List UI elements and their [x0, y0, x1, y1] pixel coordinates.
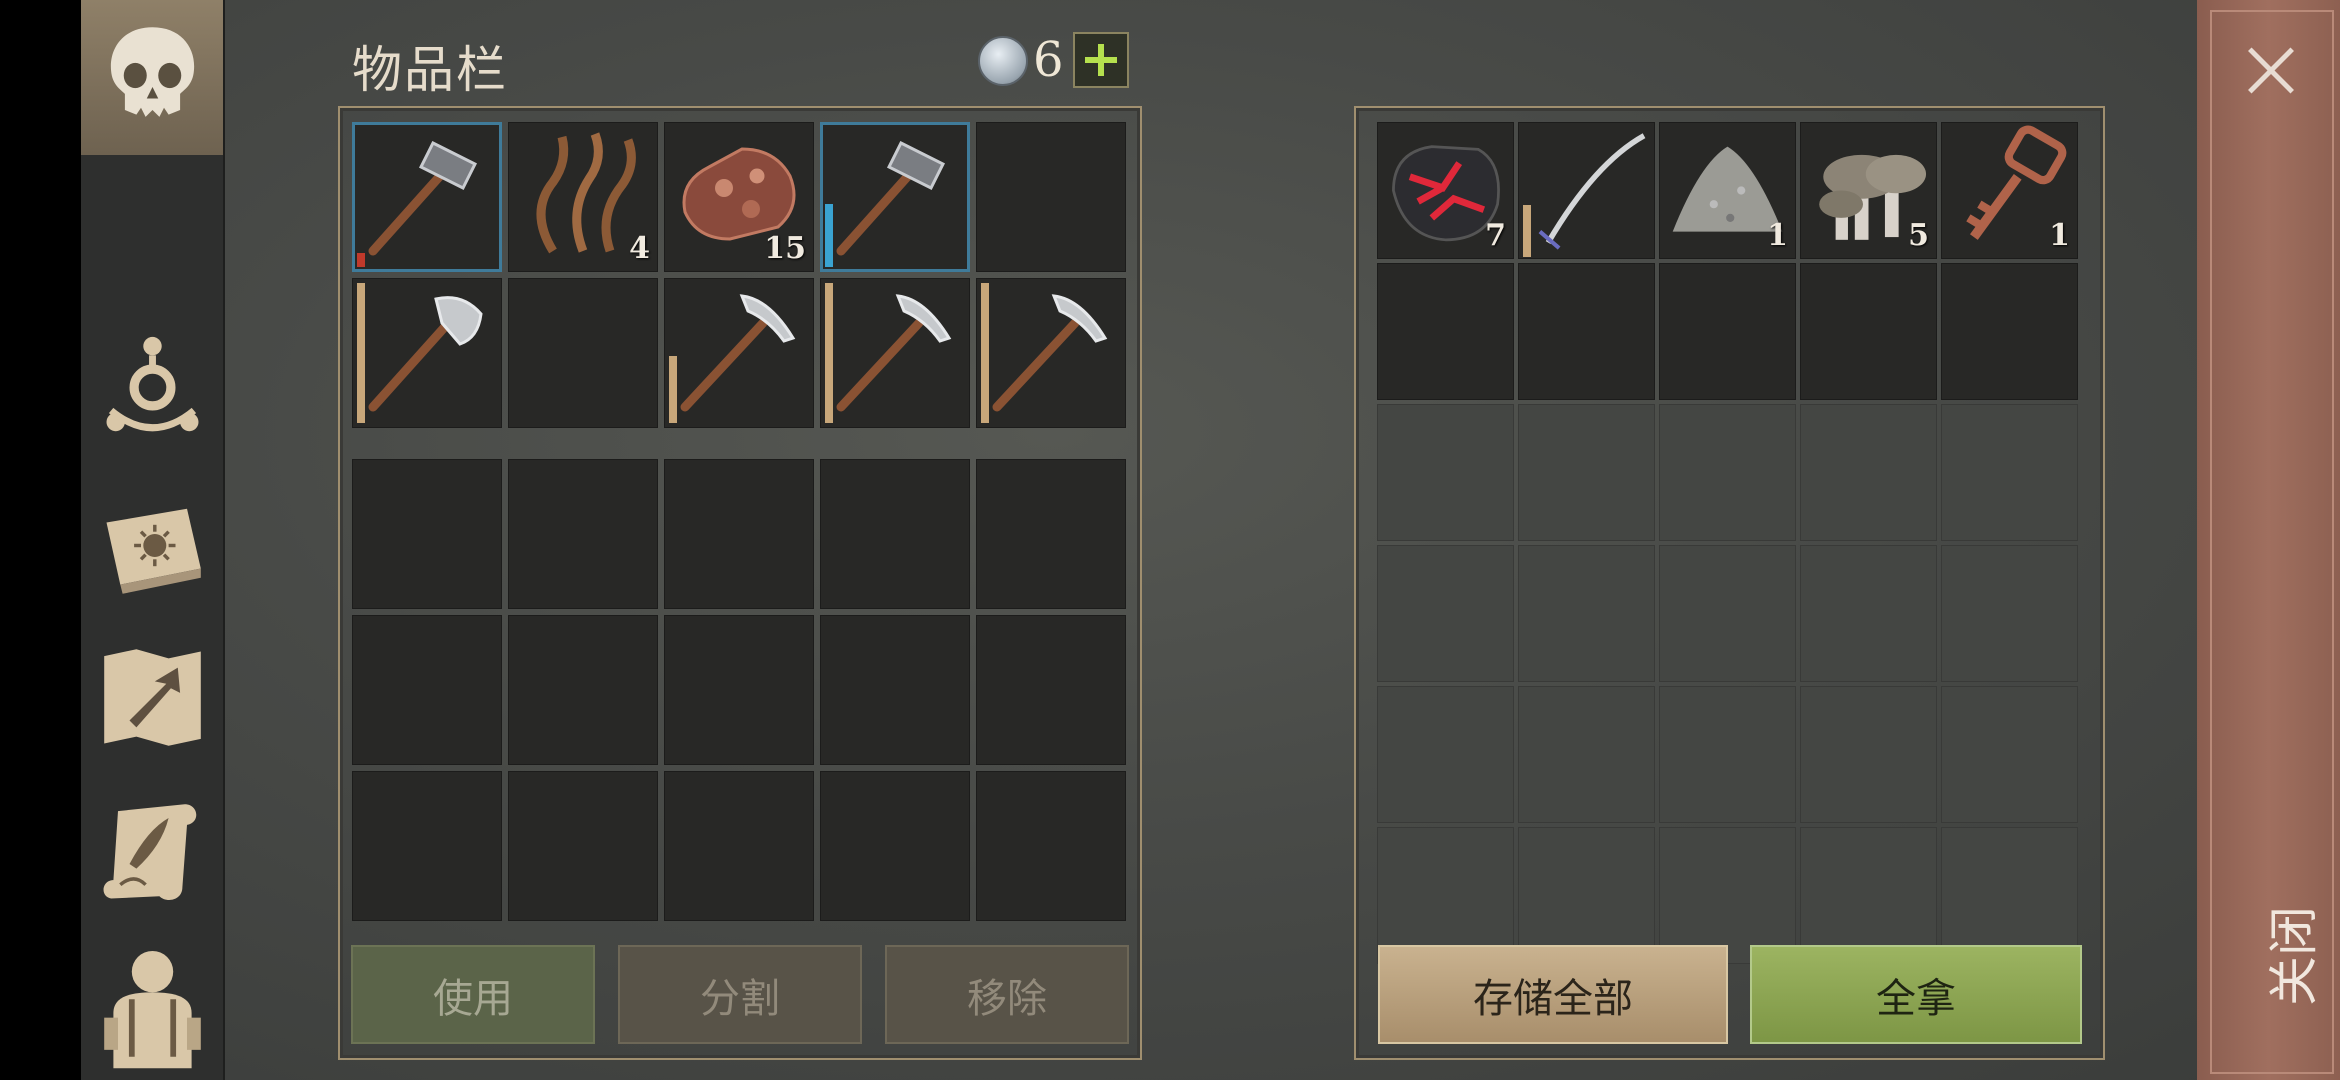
sidebar-tab-inventory[interactable] [81, 0, 223, 155]
container-slot[interactable] [1659, 545, 1796, 682]
item-quantity: 1 [1767, 218, 1788, 253]
pickaxe-icon [992, 294, 1108, 412]
durability-bar [825, 283, 833, 423]
inventory-slot[interactable] [352, 122, 502, 272]
inventory-empty-slot[interactable] [976, 771, 1126, 921]
container-slot[interactable]: 5 [1800, 122, 1937, 259]
container-slot[interactable] [1518, 686, 1655, 823]
durability-bar [981, 283, 989, 423]
container-slot[interactable] [1377, 686, 1514, 823]
take-all-button[interactable]: 全拿 [1750, 945, 2082, 1044]
inventory-empty-slot[interactable] [664, 459, 814, 609]
container-slot[interactable] [1518, 404, 1655, 541]
inventory-empty-slot[interactable] [508, 459, 658, 609]
inventory-slot[interactable] [976, 278, 1126, 428]
container-slot[interactable] [1377, 827, 1514, 964]
container-slot[interactable]: 1 [1659, 122, 1796, 259]
durability-bar [825, 204, 833, 267]
inventory-empty-slot[interactable] [352, 459, 502, 609]
store-all-button[interactable]: 存储全部 [1378, 945, 1728, 1044]
container-slot[interactable] [1518, 263, 1655, 400]
inventory-title: 物品栏 [352, 41, 508, 99]
container-slot[interactable] [1800, 686, 1937, 823]
container-slot[interactable] [1659, 263, 1796, 400]
inventory-slot[interactable]: 4 [508, 122, 658, 272]
container-slot[interactable] [1659, 827, 1796, 964]
pickaxe-icon [836, 294, 952, 412]
inventory-empty-slot[interactable] [976, 459, 1126, 609]
inventory-empty-slot[interactable] [664, 615, 814, 765]
inventory-slot[interactable] [664, 278, 814, 428]
inventory-empty-slot[interactable] [820, 459, 970, 609]
container-slot[interactable] [1941, 686, 2078, 823]
inventory-empty-slot[interactable] [508, 615, 658, 765]
container-slot[interactable] [1800, 404, 1937, 541]
currency-count: 6 [1033, 32, 1064, 88]
container-slot[interactable] [1941, 545, 2078, 682]
skull-icon [110, 27, 195, 117]
journal-icon[interactable] [95, 488, 210, 603]
container-slot[interactable]: 1 [1941, 122, 2078, 259]
inventory-empty-slot[interactable] [820, 615, 970, 765]
container-slot[interactable] [1659, 686, 1796, 823]
inventory-slot[interactable] [820, 278, 970, 428]
inventory-empty-slot[interactable] [352, 771, 502, 921]
inventory-empty-slot[interactable] [664, 771, 814, 921]
close-icon[interactable] [2245, 46, 2295, 96]
container-slot[interactable] [1518, 827, 1655, 964]
pickaxe-icon [680, 294, 796, 412]
container-slot[interactable] [1941, 827, 2078, 964]
durability-bar [357, 253, 365, 267]
hatchet-icon [368, 296, 483, 412]
close-label: 关闭 [2265, 906, 2323, 1006]
screen-edge [0, 0, 81, 1080]
hammer-icon [368, 140, 478, 256]
inventory-empty-slot[interactable] [352, 615, 502, 765]
katana-icon [1538, 133, 1646, 250]
container-slot[interactable] [1518, 122, 1655, 259]
add-currency-button[interactable] [1073, 32, 1129, 88]
coin-icon [978, 36, 1028, 86]
inventory-slot[interactable] [976, 122, 1126, 272]
container-slot[interactable] [1518, 545, 1655, 682]
container-slot[interactable] [1800, 545, 1937, 682]
inventory-slot[interactable] [820, 122, 970, 272]
item-quantity: 5 [1908, 218, 1929, 253]
item-quantity: 7 [1485, 218, 1506, 253]
container-slot[interactable] [1377, 545, 1514, 682]
skills-icon[interactable] [95, 330, 210, 445]
inventory-empty-slot[interactable] [820, 771, 970, 921]
scroll-icon[interactable] [95, 795, 210, 910]
inventory-empty-slot[interactable] [976, 615, 1126, 765]
container-slot[interactable] [1800, 827, 1937, 964]
durability-bar [1523, 205, 1531, 257]
container-slot[interactable] [1377, 263, 1514, 400]
container-slot[interactable] [1659, 404, 1796, 541]
inventory-empty-slot[interactable] [508, 771, 658, 921]
item-quantity: 4 [629, 231, 650, 266]
durability-bar [357, 283, 365, 423]
container-slot[interactable] [1377, 404, 1514, 541]
inventory-slot[interactable] [352, 278, 502, 428]
use-button[interactable]: 使用 [351, 945, 595, 1044]
hammer-icon [836, 140, 946, 256]
container-slot[interactable] [1941, 404, 2078, 541]
container-slot[interactable]: 7 [1377, 122, 1514, 259]
durability-bar [669, 356, 677, 423]
character-icon[interactable] [95, 940, 210, 1070]
container-slot[interactable] [1800, 263, 1937, 400]
inventory-slot[interactable] [508, 278, 658, 428]
split-button[interactable]: 分割 [618, 945, 862, 1044]
remove-button[interactable]: 移除 [885, 945, 1129, 1044]
item-quantity: 15 [764, 231, 806, 266]
item-quantity: 1 [2049, 218, 2070, 253]
map-icon[interactable] [95, 640, 210, 755]
inventory-slot[interactable]: 15 [664, 122, 814, 272]
container-slot[interactable] [1941, 263, 2078, 400]
